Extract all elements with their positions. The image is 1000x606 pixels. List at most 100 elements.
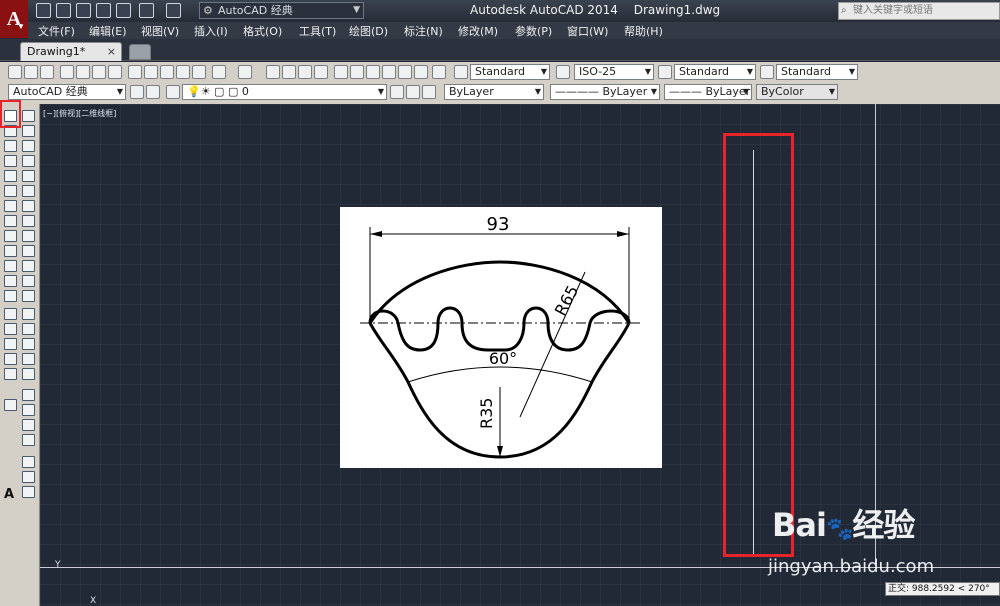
erase-icon[interactable] [22, 110, 35, 122]
viewport-controls[interactable]: [−][俯视][二维线框] [43, 108, 116, 119]
layer-properties-icon[interactable] [166, 85, 180, 99]
redo-icon[interactable] [166, 3, 181, 18]
draworder-icon[interactable] [22, 389, 35, 401]
break-icon[interactable] [22, 290, 35, 302]
insert-block-icon[interactable] [4, 275, 17, 287]
open-file-icon[interactable] [56, 3, 71, 18]
move-icon[interactable] [22, 185, 35, 197]
spline-icon[interactable] [4, 230, 17, 242]
color-select[interactable]: ByLayer ▼ [444, 84, 544, 100]
copy-icon[interactable] [144, 65, 158, 79]
explode-icon[interactable] [22, 368, 35, 380]
table-icon[interactable] [4, 368, 17, 380]
blend-curves-icon[interactable] [22, 353, 35, 365]
point-icon[interactable] [4, 308, 17, 320]
close-icon[interactable]: × [107, 43, 116, 60]
polygon-icon[interactable] [4, 155, 17, 167]
calculator-icon[interactable] [414, 65, 428, 79]
add-selected-icon[interactable] [4, 399, 17, 411]
tab-drawing1[interactable]: Drawing1* × [20, 42, 122, 61]
print-icon[interactable] [116, 3, 131, 18]
stretch-icon[interactable] [22, 230, 35, 242]
menu-draw[interactable]: 绘图(D) [349, 23, 388, 39]
hatch-icon[interactable] [4, 323, 17, 335]
polyline-icon[interactable] [4, 140, 17, 152]
paste-icon[interactable] [160, 65, 174, 79]
search-input[interactable]: ⌕ 键入关键字或短语 [838, 2, 1000, 20]
hatch-to-back-icon[interactable] [22, 486, 35, 498]
sheet-set-icon[interactable] [382, 65, 396, 79]
dim-style-icon[interactable] [556, 65, 570, 79]
region-icon[interactable] [4, 353, 17, 365]
workspace-settings-icon[interactable] [130, 85, 144, 99]
scale-icon[interactable] [22, 215, 35, 227]
menu-file[interactable]: 文件(F) [38, 23, 75, 39]
text-style-select[interactable]: Standard ▼ [470, 64, 550, 80]
send-under-icon[interactable] [22, 456, 35, 468]
trim-icon[interactable] [22, 245, 35, 257]
layer-select[interactable]: 💡☀ ▢ ▢ 0 ▼ [182, 84, 387, 100]
arc-icon[interactable] [4, 185, 17, 197]
application-menu-button[interactable]: A ▼ [0, 0, 28, 38]
dim-style-select[interactable]: ISO-25 ▼ [574, 64, 654, 80]
save-icon[interactable] [40, 65, 54, 79]
new-icon[interactable] [8, 65, 22, 79]
menu-help[interactable]: 帮助(H) [624, 23, 663, 39]
make-block-icon[interactable] [4, 290, 17, 302]
markup-icon[interactable] [398, 65, 412, 79]
zoom-window-icon[interactable] [298, 65, 312, 79]
properties-icon[interactable] [334, 65, 348, 79]
multiline-text-icon[interactable]: A [4, 487, 14, 502]
zoom-previous-icon[interactable] [314, 65, 328, 79]
offset-icon[interactable] [22, 155, 35, 167]
fillet-icon[interactable] [22, 338, 35, 350]
layer-states-icon[interactable] [422, 85, 436, 99]
undo-icon[interactable] [139, 3, 154, 18]
rectangle-icon[interactable] [4, 170, 17, 182]
plot-icon[interactable] [60, 65, 74, 79]
table-style-icon[interactable] [658, 65, 672, 79]
ellipse-icon[interactable] [4, 245, 17, 257]
circle-icon[interactable] [4, 200, 17, 212]
bring-above-icon[interactable] [22, 434, 35, 446]
multileader-style-select[interactable]: Standard ▼ [776, 64, 858, 80]
array-icon[interactable] [22, 170, 35, 182]
tool-palettes-icon[interactable] [366, 65, 380, 79]
menu-view[interactable]: 视图(V) [141, 23, 179, 39]
menu-modify[interactable]: 修改(M) [458, 23, 498, 39]
3d-print-icon[interactable] [108, 65, 122, 79]
menu-dimension[interactable]: 标注(N) [404, 23, 443, 39]
multileader-style-icon[interactable] [760, 65, 774, 79]
help-icon[interactable] [432, 65, 446, 79]
save-as-icon[interactable] [96, 3, 111, 18]
menu-tools[interactable]: 工具(T) [299, 23, 336, 39]
workspace-toggle-icon[interactable] [146, 85, 160, 99]
ellipse-arc-icon[interactable] [4, 260, 17, 272]
new-file-icon[interactable] [36, 3, 51, 18]
layer-previous-icon[interactable] [406, 85, 420, 99]
menu-insert[interactable]: 插入(I) [194, 23, 228, 39]
copy-object-icon[interactable] [22, 125, 35, 137]
extend-icon[interactable] [22, 260, 35, 272]
workspace-select[interactable]: ⚙ AutoCAD 经典 ▼ [199, 2, 364, 19]
gradient-icon[interactable] [4, 338, 17, 350]
linetype-select[interactable]: ———— ByLayer ▼ [550, 84, 660, 100]
plot-preview-icon[interactable] [76, 65, 90, 79]
new-tab-button[interactable] [129, 44, 151, 60]
break-at-point-icon[interactable] [22, 275, 35, 287]
open-icon[interactable] [24, 65, 38, 79]
publish-icon[interactable] [92, 65, 106, 79]
rotate-icon[interactable] [22, 200, 35, 212]
pan-icon[interactable] [266, 65, 280, 79]
table-style-select[interactable]: Standard ▼ [674, 64, 756, 80]
mirror-icon[interactable] [22, 140, 35, 152]
save-icon[interactable] [76, 3, 91, 18]
text-to-front-icon[interactable] [22, 471, 35, 483]
plot-style-select[interactable]: ByColor ▼ [756, 84, 838, 100]
send-to-back-icon[interactable] [22, 419, 35, 431]
join-icon[interactable] [22, 308, 35, 320]
make-current-layer-icon[interactable] [390, 85, 404, 99]
menu-window[interactable]: 窗口(W) [567, 23, 608, 39]
workspace-combo[interactable]: AutoCAD 经典 ▼ [8, 84, 126, 100]
menu-parametric[interactable]: 参数(P) [515, 23, 552, 39]
